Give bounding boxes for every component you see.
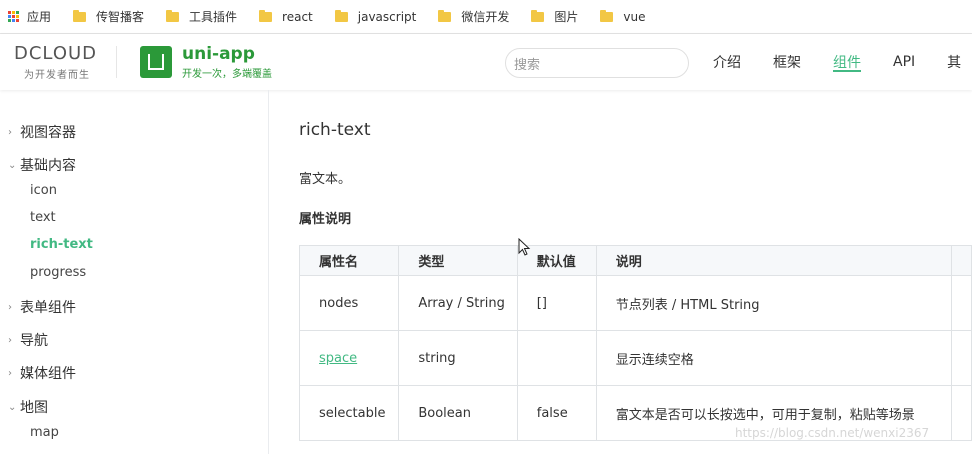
sidebar-item[interactable]: progress <box>30 265 86 280</box>
sidebar: › 视图容器 ⌄ 基础内容 icon text rich-text progre… <box>0 90 269 454</box>
sidebar-group[interactable]: › 表单组件 <box>8 297 76 317</box>
table-cell: string <box>398 330 518 386</box>
bookmark-label: 应用 <box>27 10 52 24</box>
table-cell: selectable <box>298 385 400 441</box>
site-header: DCLOUD 为开发者而生 uni-app 开发一次，多端覆盖 搜索 介绍 框架… <box>0 34 972 90</box>
column-header-extra <box>950 245 972 276</box>
bookmark-label: react <box>282 9 313 24</box>
sidebar-group-label: 基础内容 <box>20 158 76 174</box>
page-title: rich-text <box>299 120 371 140</box>
table-row: space string 显示连续空格 <box>298 330 972 386</box>
dcloud-logo-link[interactable]: DCLOUD 为开发者而生 <box>14 43 102 82</box>
bookmark-label: 工具插件 <box>189 10 238 24</box>
table-cell: space <box>298 330 400 386</box>
sidebar-group-label: 视图容器 <box>20 125 76 141</box>
chevron-right-icon: › <box>8 301 12 313</box>
mouse-cursor-icon <box>518 238 531 256</box>
sidebar-group[interactable]: › 媒体组件 <box>8 363 76 383</box>
nav-item-other[interactable]: 其 <box>947 34 961 90</box>
header-divider <box>116 46 117 78</box>
dcloud-slogan: 为开发者而生 <box>24 70 90 81</box>
column-header: 类型 <box>398 245 518 276</box>
sidebar-item[interactable]: icon <box>30 183 57 198</box>
bookmark-label: 图片 <box>554 10 579 24</box>
nav-item-framework[interactable]: 框架 <box>773 34 801 90</box>
bookmark-folder[interactable]: 微信开发 <box>438 8 509 25</box>
table-cell: [] <box>516 275 597 331</box>
bookmark-folder[interactable]: javascript <box>334 9 417 24</box>
bookmark-folder[interactable]: react <box>259 9 313 24</box>
bookmark-folder[interactable]: 图片 <box>531 8 578 25</box>
bookmark-folder[interactable]: vue <box>600 9 646 24</box>
table-cell-extra <box>950 385 972 441</box>
watermark: https://blog.csdn.net/wenxi2367 <box>735 426 930 440</box>
chevron-right-icon: › <box>8 334 12 346</box>
table-cell: nodes <box>298 275 400 331</box>
table-cell: 显示连续空格 <box>595 330 952 386</box>
sidebar-group-label: 地图 <box>20 400 48 416</box>
sidebar-group-label: 表单组件 <box>20 300 76 316</box>
table-cell <box>516 330 597 386</box>
table-cell: 节点列表 / HTML String <box>595 275 952 331</box>
chevron-right-icon: › <box>8 126 12 138</box>
table-cell-extra <box>950 275 972 331</box>
bookmark-label: 微信开发 <box>461 10 510 24</box>
space-link[interactable]: space <box>319 351 357 366</box>
bookmark-label: vue <box>623 9 646 24</box>
folder-icon <box>259 9 273 22</box>
nav-item-api[interactable]: API <box>893 34 915 90</box>
sidebar-item-active[interactable]: rich-text <box>30 237 93 252</box>
app-name[interactable]: uni-app <box>182 44 255 64</box>
table-cell: Boolean <box>398 385 518 441</box>
search-placeholder: 搜索 <box>514 57 541 73</box>
sidebar-group[interactable]: › 导航 <box>8 330 48 350</box>
dcloud-logo: DCLOUD <box>14 43 98 64</box>
sidebar-group-label: 媒体组件 <box>20 366 76 382</box>
top-nav: 介绍 框架 组件 API 其 <box>713 34 972 90</box>
table-header-row: 属性名 类型 默认值 说明 <box>298 245 972 276</box>
folder-icon <box>166 9 180 22</box>
apps-grid-icon <box>8 11 19 22</box>
sidebar-group[interactable]: › 视图容器 <box>8 122 76 142</box>
nav-item-components[interactable]: 组件 <box>833 34 861 90</box>
folder-icon <box>334 9 348 22</box>
table-cell: Array / String <box>398 275 518 331</box>
column-header: 属性名 <box>298 245 400 276</box>
search-input[interactable]: 搜索 <box>505 48 689 78</box>
nav-item-intro[interactable]: 介绍 <box>713 34 741 90</box>
table-cell-extra <box>950 330 972 386</box>
bookmarks-bar: 应用 传智播客 工具插件 react javascript 微信开发 图片 vu… <box>0 0 972 34</box>
table-cell: false <box>516 385 597 441</box>
app-slogan: 开发一次，多端覆盖 <box>182 69 272 80</box>
properties-table: 属性名 类型 默认值 说明 nodes Array / String [] 节点… <box>298 245 972 441</box>
bookmark-folder[interactable]: 工具插件 <box>166 8 237 25</box>
chevron-down-icon: ⌄ <box>8 159 17 171</box>
sidebar-item[interactable]: text <box>30 210 56 225</box>
sidebar-item[interactable]: map <box>30 425 59 440</box>
page-description: 富文本。 <box>299 172 352 187</box>
section-title: 属性说明 <box>299 212 352 227</box>
bookmark-label: 传智播客 <box>96 10 145 24</box>
bookmark-apps[interactable]: 应用 <box>0 8 51 25</box>
bookmark-folder[interactable]: 传智播客 <box>73 8 144 25</box>
main-content: rich-text 富文本。 属性说明 属性名 类型 默认值 说明 nodes … <box>270 90 972 454</box>
column-header: 说明 <box>595 245 952 276</box>
folder-icon <box>73 9 87 22</box>
sidebar-group-label: 导航 <box>20 333 48 349</box>
uni-app-logo-icon[interactable] <box>140 46 172 78</box>
sidebar-group[interactable]: ⌄ 基础内容 <box>8 155 76 175</box>
bookmark-label: javascript <box>357 9 417 24</box>
folder-icon <box>600 9 614 22</box>
chevron-right-icon: › <box>8 367 12 379</box>
sidebar-group[interactable]: ⌄ 地图 <box>8 397 48 417</box>
folder-icon <box>531 9 545 22</box>
chevron-down-icon: ⌄ <box>8 401 17 413</box>
folder-icon <box>438 9 452 22</box>
table-row: nodes Array / String [] 节点列表 / HTML Stri… <box>298 275 972 331</box>
